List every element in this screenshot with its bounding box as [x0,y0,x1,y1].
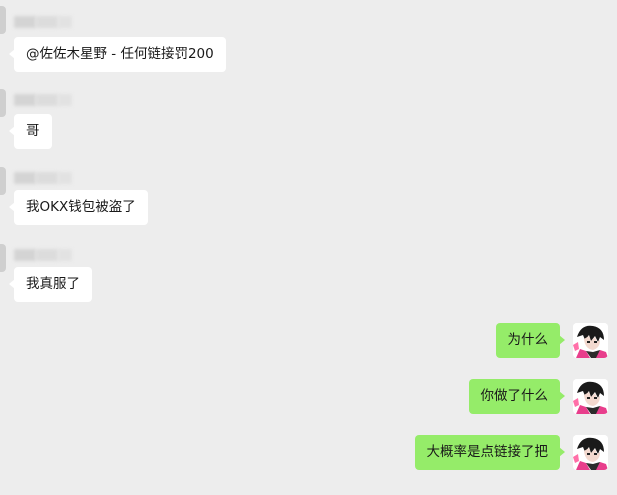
anime-avatar-icon[interactable] [573,323,608,358]
anime-avatar-icon[interactable] [573,379,608,414]
message-bubble-incoming[interactable]: 我OKX钱包被盗了 [9,190,148,225]
message-row-incoming: 我OKX钱包被盗了 [0,163,617,233]
sender-avatar-icon[interactable] [0,6,6,34]
sender-avatar-icon[interactable] [0,167,6,195]
sender-name-blurred [14,249,72,263]
message-bubble-outgoing[interactable]: 你做了什么 [468,379,565,414]
message-bubble-outgoing[interactable]: 为什么 [495,323,565,358]
message-bubble-incoming[interactable]: @佐佐木星野 - 任何链接罚200 [9,37,226,72]
message-row-outgoing: 为什么 [0,318,617,368]
sender-avatar-icon[interactable] [0,89,6,117]
message-bubble-incoming[interactable]: 哥 [9,114,52,149]
sender-name-blurred [14,172,72,186]
message-row-outgoing: 大概率是点链接了把 [0,430,617,480]
message-row-outgoing: 你做了什么 [0,374,617,424]
sender-name-blurred [14,94,72,108]
anime-avatar-icon[interactable] [573,435,608,470]
sender-name-blurred [14,16,72,30]
message-row-incoming: 我真服了 [0,240,617,310]
sender-avatar-icon[interactable] [0,244,6,272]
message-row-incoming: @佐佐木星野 - 任何链接罚200 [0,0,617,80]
message-bubble-incoming[interactable]: 我真服了 [9,267,92,302]
message-row-incoming: 哥 [0,85,617,155]
message-bubble-outgoing[interactable]: 大概率是点链接了把 [414,435,565,470]
